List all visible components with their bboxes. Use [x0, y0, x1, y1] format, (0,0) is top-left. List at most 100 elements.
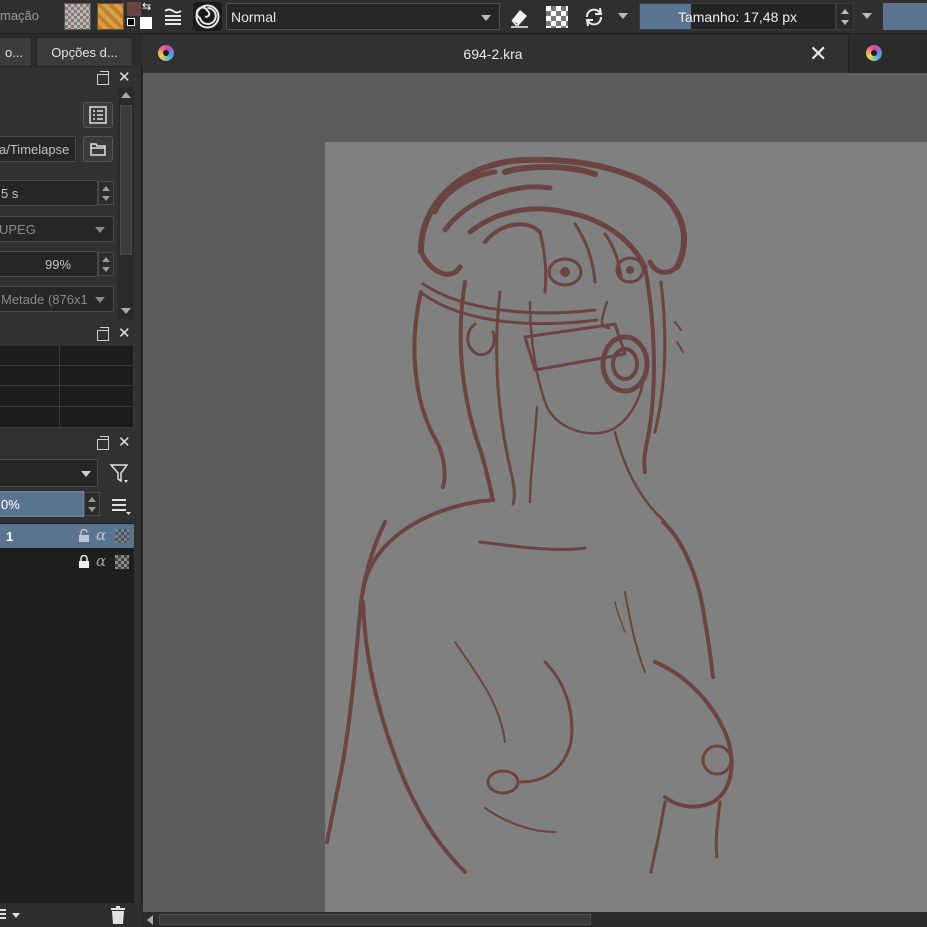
background-color[interactable] [140, 17, 152, 29]
flow-icon[interactable] [162, 6, 184, 28]
interval-field[interactable]: 5 s [0, 180, 98, 206]
swap-colors-icon[interactable]: ⇆ [142, 0, 151, 13]
sketch-drawing [325, 156, 734, 874]
foreground-color[interactable] [127, 2, 141, 16]
format-select[interactable]: UPEG [0, 216, 114, 242]
inherit-alpha-icon[interactable] [115, 529, 129, 543]
spin-down-icon[interactable] [841, 20, 849, 25]
docker-tab[interactable]: o... [0, 37, 32, 67]
wrap-around-icon[interactable] [193, 2, 222, 31]
close-icon[interactable]: ✕ [809, 43, 827, 65]
reset-colors-icon[interactable] [127, 18, 135, 26]
alpha-lock-icon[interactable] [546, 6, 568, 28]
directory-field[interactable]: a/Timelapse [0, 136, 76, 162]
float-docker-icon[interactable] [97, 71, 109, 85]
docker-tab-options[interactable]: Opções d... [36, 37, 133, 67]
close-icon[interactable]: ✕ [118, 435, 131, 450]
eraser-icon[interactable] [508, 6, 532, 28]
quality-value: 99% [44, 257, 72, 272]
inherit-alpha-icon[interactable] [115, 555, 129, 569]
scroll-left-icon[interactable] [147, 915, 153, 925]
quality-field[interactable]: 99% [0, 251, 98, 277]
opacity-slider[interactable] [883, 3, 927, 30]
close-icon[interactable]: ✕ [118, 326, 131, 341]
blend-mode-value: Normal [231, 9, 277, 25]
layer-menu-icon[interactable] [108, 495, 134, 517]
layer-opacity-spinner[interactable] [84, 492, 100, 516]
spin-down-icon[interactable] [102, 196, 110, 201]
grid-cell [60, 366, 134, 386]
float-docker-icon[interactable] [97, 327, 109, 341]
layer-opacity-value: 0% [1, 497, 20, 512]
layer-opacity-slider[interactable]: 0% [0, 491, 84, 517]
layer-row-selected[interactable]: 1 α [0, 524, 134, 548]
layers-bottom-bar [0, 903, 142, 927]
document-tab-bar: 694-2.kra ✕ [143, 35, 927, 73]
recorder-scrollbar[interactable] [118, 87, 134, 319]
format-value: UPEG [0, 222, 36, 237]
float-docker-icon[interactable] [97, 436, 109, 450]
reload-icon[interactable] [582, 5, 606, 29]
spin-up-icon[interactable] [102, 186, 110, 191]
layer-name: 1 [6, 529, 14, 544]
grid-cell [0, 366, 60, 386]
canvas-paper[interactable] [325, 142, 927, 922]
brush-size-slider[interactable]: Tamanho: 17,48 px [639, 3, 836, 30]
spin-up-icon[interactable] [102, 257, 110, 262]
scrollbar-thumb[interactable] [159, 914, 591, 925]
layer-blend-select[interactable] [0, 459, 98, 487]
grid-cell [0, 386, 60, 407]
grid-cell [60, 386, 134, 407]
chevron-down-icon [81, 471, 91, 477]
layer-row[interactable]: α [0, 550, 134, 574]
gradient-swatch-icon[interactable] [97, 3, 124, 30]
grid-cell [0, 346, 60, 366]
layers-panel-title: ✕ [0, 433, 136, 455]
document-tab[interactable] [850, 35, 927, 73]
spin-up-icon[interactable] [88, 497, 96, 502]
grid-panel [0, 346, 134, 428]
list-icon [89, 106, 107, 124]
chevron-down-icon[interactable] [618, 13, 628, 19]
spin-up-icon[interactable] [841, 9, 849, 14]
document-title: 694-2.kra [463, 46, 523, 62]
blend-mode-select[interactable]: Normal [226, 3, 500, 30]
interval-spinner[interactable] [98, 181, 114, 205]
unlocked-icon[interactable] [78, 529, 90, 543]
canvas-horizontal-scrollbar[interactable] [143, 912, 927, 927]
scrollbar-thumb[interactable] [120, 105, 132, 255]
scroll-up-icon[interactable] [121, 92, 131, 98]
alpha-icon[interactable]: α [96, 526, 106, 544]
trash-icon[interactable] [108, 905, 130, 925]
brush-toolbar: mação ⇆ Normal Tamanho: 17,48 px [0, 0, 927, 34]
chevron-down-icon[interactable] [862, 13, 872, 19]
close-icon[interactable]: ✕ [118, 70, 131, 85]
brush-size-spinner[interactable] [836, 3, 854, 30]
lock-icon[interactable] [78, 555, 90, 569]
quality-spinner[interactable] [98, 252, 114, 276]
scroll-down-icon[interactable] [121, 308, 131, 314]
layers-list: 1 α α [0, 523, 134, 903]
resolution-select[interactable]: Metade (876x1 [0, 286, 114, 312]
panel-title: ✕ [0, 324, 136, 346]
krita-logo-icon [866, 45, 882, 61]
filter-icon[interactable] [108, 462, 134, 486]
brush-size-label: Tamanho: 17,48 px [677, 9, 798, 25]
browse-directory-button[interactable] [83, 136, 113, 162]
canvas-viewport[interactable] [143, 73, 927, 922]
document-tab[interactable]: 694-2.kra ✕ [143, 35, 849, 73]
recorder-settings-button[interactable] [83, 102, 113, 128]
chevron-down-icon [95, 227, 105, 233]
spin-down-icon[interactable] [88, 507, 96, 512]
color-pair-icon[interactable]: ⇆ [127, 0, 155, 30]
spin-down-icon[interactable] [102, 267, 110, 272]
grid-cell [60, 346, 134, 366]
chevron-down-icon [95, 297, 105, 303]
chevron-down-icon [481, 15, 491, 21]
alpha-icon[interactable]: α [96, 552, 106, 570]
layer-options-icon[interactable] [0, 907, 24, 923]
krita-window: mação ⇆ Normal Tamanho: 17,48 px o... Op… [0, 0, 927, 927]
grid-cell [0, 407, 60, 428]
recorder-panel-title: ✕ [0, 68, 136, 90]
pattern-swatch-icon[interactable] [64, 3, 91, 30]
